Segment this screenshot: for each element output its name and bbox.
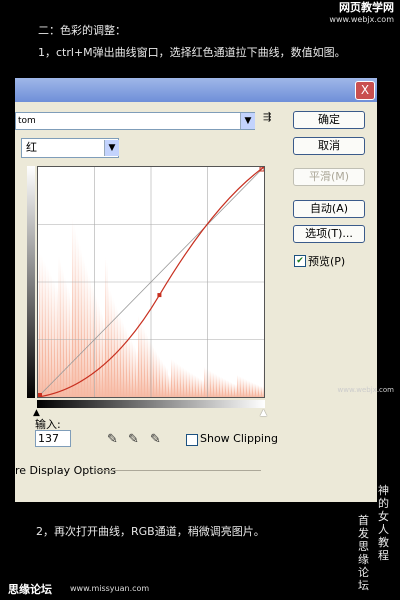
input-field[interactable]: 137 [35, 430, 71, 447]
preset-menu-icon[interactable]: ⇶ [263, 112, 271, 123]
side-char: 程 [378, 549, 389, 562]
brand-watermark: 网页教学网 www.webjx.com [329, 2, 394, 26]
curve-graph[interactable] [37, 166, 265, 398]
curve-svg[interactable] [37, 166, 265, 398]
side-char: 的 [378, 497, 389, 510]
footer-forum: 思缘论坛 [8, 583, 52, 596]
side-char: 缘 [358, 553, 369, 566]
options-button[interactable]: 选项(T)... [293, 225, 365, 243]
side-char: 思 [358, 540, 369, 553]
auto-button[interactable]: 自动(A) [293, 200, 365, 218]
preview-checkbox[interactable]: ✔ [294, 255, 306, 267]
white-point-slider[interactable]: ▲ [260, 409, 267, 418]
side-char: 教 [378, 536, 389, 549]
side-char: 人 [378, 523, 389, 536]
side-char: 发 [358, 527, 369, 540]
cancel-button[interactable]: 取消 [293, 137, 365, 155]
curves-dialog: X tom ▼ ⇶ 红 ▼ 确定 取消 平滑(M) 自动(A) 选项(T)...… [15, 78, 377, 502]
ok-button[interactable]: 确定 [293, 111, 365, 129]
output-gradient-bar [27, 166, 35, 398]
side-char: 论 [358, 566, 369, 579]
show-clipping-checkbox[interactable] [186, 434, 198, 446]
preset-value: tom [18, 116, 36, 126]
side-char: 坛 [358, 579, 369, 592]
preset-select[interactable]: tom ▼ [15, 112, 255, 130]
close-button[interactable]: X [355, 81, 375, 100]
dialog-titlebar[interactable] [15, 78, 377, 102]
curve-point-mid[interactable] [157, 293, 162, 298]
preview-label: 预览(P) [308, 255, 346, 268]
chevron-down-icon[interactable]: ▼ [104, 140, 119, 156]
channel-value: 红 [26, 141, 37, 154]
curve-point-black[interactable] [38, 393, 42, 397]
gray-eyedropper-icon[interactable]: ✎ [128, 433, 139, 446]
brand-url: www.webjx.com [329, 15, 394, 24]
step1-caption: 1，ctrl+M弹出曲线窗口，选择红色通道拉下曲线，数值如图。 [38, 46, 346, 59]
mid-watermark: www.webjx.com [337, 386, 395, 394]
side-char: 女 [378, 510, 389, 523]
white-eyedropper-icon[interactable]: ✎ [150, 433, 161, 446]
show-clipping-label: Show Clipping [200, 432, 278, 445]
side-char: 首 [358, 514, 369, 527]
input-gradient-bar [37, 400, 265, 408]
chevron-down-icon[interactable]: ▼ [240, 113, 255, 129]
side-char: 神 [378, 484, 389, 497]
side-text-2: 首 发 思 缘 论 坛 [358, 514, 369, 592]
footer-url: www.missyuan.com [70, 584, 150, 593]
step2-caption: 2，再次打开曲线，RGB通道，稍微调亮图片。 [36, 525, 265, 538]
black-eyedropper-icon[interactable]: ✎ [107, 433, 118, 446]
channel-select[interactable]: 红 ▼ [21, 138, 119, 158]
brand-name: 网页教学网 [339, 1, 394, 14]
side-text-1: 神 的 女 人 教 程 [378, 484, 389, 562]
separator-line [95, 470, 261, 471]
smooth-button[interactable]: 平滑(M) [293, 168, 365, 186]
section-title: 二：色彩的调整： [38, 24, 126, 37]
